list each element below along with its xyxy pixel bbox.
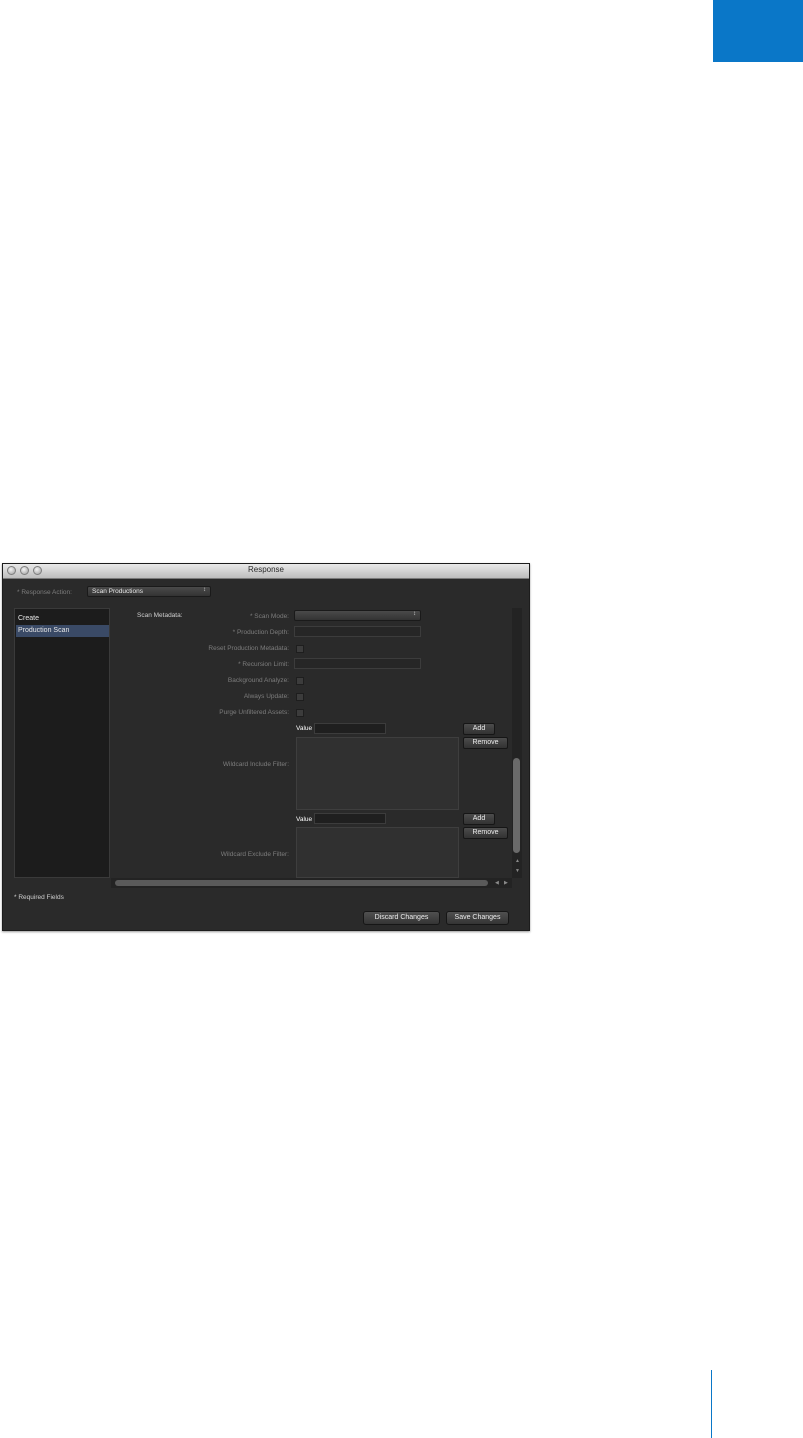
scroll-up-icon[interactable]: ▲ <box>515 858 520 864</box>
window-title: Response <box>247 565 285 574</box>
include-filter-list[interactable] <box>296 737 459 810</box>
required-fields-note: * Required Fields <box>14 894 64 901</box>
include-filter-label: Wildcard Include Filter: <box>222 761 289 768</box>
sidebar-item-production-scan[interactable]: Production Scan <box>16 625 109 637</box>
save-changes-button[interactable]: Save Changes <box>446 911 509 925</box>
form-panel: Scan Metadata: * Scan Mode: ↕ * Producti… <box>111 608 511 878</box>
scroll-down-icon[interactable]: ▼ <box>515 868 520 874</box>
exclude-remove-button[interactable]: Remove <box>463 827 508 839</box>
select-arrows-icon: ↕ <box>203 587 206 593</box>
chapter-tab <box>713 0 803 62</box>
include-value-input[interactable] <box>314 723 386 734</box>
vertical-scroll-thumb[interactable] <box>513 758 520 853</box>
purge-assets-checkbox[interactable] <box>296 709 304 717</box>
response-action-label: * Response Action: <box>17 589 72 596</box>
production-depth-label: * Production Depth: <box>232 629 289 636</box>
include-add-button[interactable]: Add <box>463 723 495 735</box>
reset-metadata-label: Reset Production Metadata: <box>208 645 289 652</box>
discard-changes-button[interactable]: Discard Changes <box>363 911 440 925</box>
always-update-checkbox[interactable] <box>296 693 304 701</box>
horizontal-scroll-thumb[interactable] <box>115 880 488 886</box>
scan-mode-select[interactable]: ↕ <box>294 610 421 621</box>
exclude-value-input[interactable] <box>314 813 386 824</box>
production-depth-input[interactable] <box>294 626 421 637</box>
vertical-scrollbar[interactable]: ▲ ▼ <box>512 608 522 878</box>
always-update-label: Always Update: <box>243 693 289 700</box>
title-bar[interactable]: Response <box>3 564 529 579</box>
page-rule <box>711 1370 712 1438</box>
reset-metadata-checkbox[interactable] <box>296 645 304 653</box>
include-remove-button[interactable]: Remove <box>463 737 508 749</box>
horizontal-scrollbar[interactable]: ◀ ▶ <box>111 878 512 888</box>
purge-assets-label: Purge Unfiltered Assets: <box>219 709 289 716</box>
scan-metadata-label: Scan Metadata: <box>137 612 183 619</box>
background-analyze-checkbox[interactable] <box>296 677 304 685</box>
recursion-limit-input[interactable] <box>294 658 421 669</box>
exclude-value-label: Value <box>296 816 313 823</box>
response-action-select[interactable]: Scan Productions ↕ <box>87 586 211 597</box>
exclude-add-button[interactable]: Add <box>463 813 495 825</box>
recursion-limit-label: * Recursion Limit: <box>238 661 289 668</box>
scroll-right-icon[interactable]: ▶ <box>504 880 508 886</box>
response-window: Response * Response Action: Scan Product… <box>2 563 530 931</box>
include-value-label: Value <box>296 725 313 732</box>
background-analyze-label: Background Analyze: <box>227 677 289 684</box>
action-sidebar: Create Production Scan <box>14 608 110 878</box>
scroll-left-icon[interactable]: ◀ <box>495 880 499 886</box>
sidebar-item-create[interactable]: Create <box>16 613 109 625</box>
exclude-filter-list[interactable] <box>296 827 459 878</box>
exclude-filter-label: Wildcard Exclude Filter: <box>220 851 289 858</box>
select-arrows-icon: ↕ <box>413 611 416 617</box>
response-action-value: Scan Productions <box>92 588 143 595</box>
scan-mode-label: * Scan Mode: <box>249 613 289 620</box>
